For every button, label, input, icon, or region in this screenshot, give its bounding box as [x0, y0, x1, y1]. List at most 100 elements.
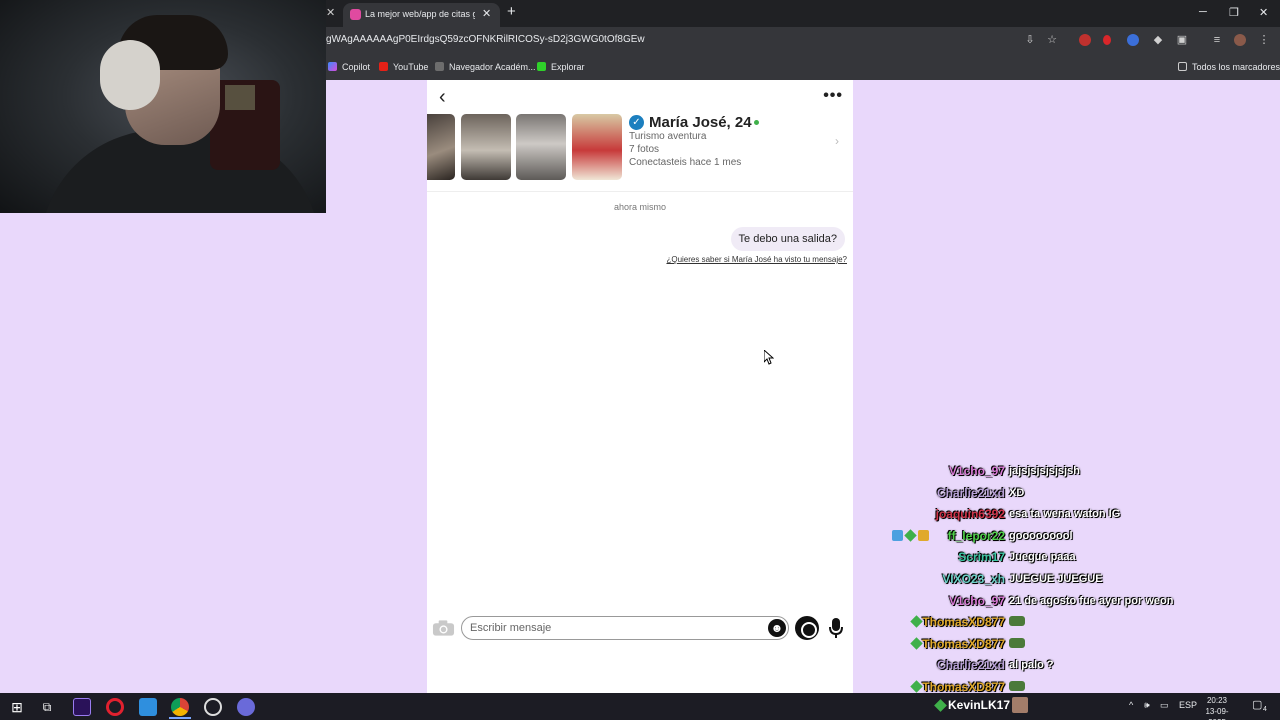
chat-message: 21 de agosto fue ayer por weon	[1009, 594, 1174, 607]
chat-line: Charlie21xd al palo ?	[870, 656, 1280, 676]
emote-icon	[1009, 616, 1025, 627]
sent-message-bubble[interactable]: Te debo una salida?	[730, 227, 845, 251]
notifications-icon[interactable]: ▢	[1252, 698, 1262, 711]
chat-username[interactable]: VIXO23_xh	[942, 572, 1005, 586]
previous-tab-close-icon[interactable]: ✕	[326, 6, 336, 19]
profile-photo[interactable]	[572, 114, 622, 180]
profile-photo-strip[interactable]	[427, 114, 623, 180]
camera-icon[interactable]	[432, 619, 455, 637]
back-chevron-icon[interactable]: ‹	[439, 86, 446, 109]
site-favicon-icon	[350, 9, 361, 20]
chat-badges	[892, 529, 931, 542]
bookmark-youtube[interactable]: YouTube	[379, 62, 428, 72]
chevron-right-icon[interactable]: ›	[835, 134, 839, 148]
obs-icon[interactable]	[204, 698, 222, 716]
bookmark-star-icon[interactable]: ☆	[1046, 34, 1058, 46]
connected-since: Conectasteis hace 1 mes	[629, 157, 742, 168]
all-bookmarks[interactable]: Todos los marcadores	[1178, 62, 1280, 72]
tab-title: La mejor web/app de citas grat	[365, 9, 475, 19]
discord-icon[interactable]	[237, 698, 255, 716]
translate-icon[interactable]	[1127, 34, 1139, 46]
windows-taskbar: ⊞ ⧉ KevinLK17 ^ 🕪 ▭ ESP 20:23 13-09-2025…	[0, 693, 1280, 720]
webcam-overlay	[0, 0, 326, 213]
diamond-badge-icon	[934, 699, 947, 712]
volume-icon[interactable]: 🕪	[1144, 700, 1150, 711]
profile-photo[interactable]	[461, 114, 511, 180]
opera-icon[interactable]	[106, 698, 124, 716]
chat-line: ff_lepor22 gooooooool	[870, 527, 1280, 547]
chat-line: VIXO23_xh JUEGUE JUEGUE	[870, 570, 1280, 590]
more-options-icon[interactable]: •••	[823, 87, 843, 105]
chat-username[interactable]: ThomasXD877	[922, 680, 1005, 694]
after-effects-icon[interactable]	[73, 698, 91, 716]
mouse-cursor-icon	[764, 350, 774, 365]
profile-photo[interactable]	[427, 114, 455, 180]
browser-toolbar: gWAgAAAAAAgP0EIrdgsQ59zcOFNKRilRICOSy-sD…	[326, 27, 1280, 54]
bookmark-copilot[interactable]: Copilot	[328, 62, 370, 72]
microphone-icon[interactable]	[828, 617, 844, 639]
bookmark-explorar[interactable]: Explorar	[537, 62, 585, 72]
blue-badge-icon	[892, 529, 903, 541]
chat-message	[1009, 637, 1025, 650]
close-window-button[interactable]: ✕	[1259, 6, 1268, 19]
language-indicator[interactable]: ESP	[1179, 700, 1197, 710]
chat-username[interactable]: V1cho_97	[949, 464, 1005, 478]
task-view-icon[interactable]: ⧉	[38, 698, 56, 716]
extensions-icon[interactable]: ▣	[1176, 34, 1188, 46]
chat-line: V1cho_97 jajsjsjsjsjsjsh	[870, 462, 1280, 482]
message-input[interactable]	[461, 616, 789, 640]
chat-username[interactable]: Charlie21xd	[937, 658, 1005, 672]
network-icon[interactable]: ▭	[1160, 700, 1169, 711]
diamond-badge-icon	[910, 615, 923, 628]
online-status-icon	[754, 120, 759, 125]
minimize-button[interactable]: ─	[1199, 6, 1207, 18]
new-tab-button[interactable]: +	[507, 3, 516, 20]
chat-message: XD	[1009, 486, 1025, 499]
academic-icon	[435, 62, 444, 71]
chat-username[interactable]: Charlie21xd	[937, 486, 1005, 500]
restore-button[interactable]: ❐	[1229, 6, 1239, 19]
emote-icon	[1009, 637, 1025, 648]
address-bar[interactable]: gWAgAAAAAAgP0EIrdgsQ59zcOFNKRilRICOSy-sD…	[326, 34, 645, 45]
extension-icon[interactable]	[1079, 34, 1091, 46]
chat-username[interactable]: ff_lepor22	[948, 529, 1005, 543]
webcam-background-shelf	[225, 85, 255, 110]
gif-sticker-button[interactable]	[795, 616, 819, 640]
install-app-icon[interactable]: ⇩	[1024, 34, 1036, 46]
tab-close-icon[interactable]: ✕	[482, 7, 491, 20]
bookmark-navegador[interactable]: Navegador Académ...	[435, 62, 536, 72]
streamer-name: KevinLK17	[948, 698, 1011, 712]
extension-puzzle-icon[interactable]: ◆	[1152, 34, 1164, 46]
message-composer: ☻	[427, 615, 853, 641]
chat-username[interactable]: V1cho_97	[949, 594, 1005, 608]
chat-line: Scrim17 Juegue paaa	[870, 548, 1280, 568]
chrome-active-indicator	[169, 717, 191, 719]
start-windows-icon[interactable]: ⊞	[8, 698, 26, 716]
active-tab[interactable]: La mejor web/app de citas grat ✕	[343, 3, 500, 27]
chat-message: esa ta wena waton IG	[1009, 508, 1121, 521]
tray-overflow-icon[interactable]: ^	[1129, 700, 1133, 710]
profile-subtitle: Turismo aventura	[629, 131, 707, 142]
system-clock[interactable]: 20:23 13-09-2025	[1197, 695, 1237, 720]
chat-username[interactable]: ThomasXD877	[922, 637, 1005, 651]
chat-username[interactable]: ThomasXD877	[922, 615, 1005, 629]
shield-extension-icon[interactable]	[1103, 35, 1111, 45]
profile-name: María José, 24	[649, 114, 752, 131]
profile-avatar[interactable]	[1234, 34, 1246, 46]
browser-menu-icon[interactable]: ⋮	[1258, 34, 1270, 46]
clock-date: 13-09-2025	[1205, 707, 1229, 720]
diamond-badge-icon	[910, 680, 923, 693]
read-receipt-link[interactable]: ¿Quieres saber si María José ha visto tu…	[666, 255, 847, 264]
kick-icon	[537, 62, 546, 71]
chat-line: ThomasXD877	[870, 613, 1280, 633]
emoji-icon[interactable]: ☻	[768, 619, 786, 637]
reading-list-icon[interactable]: ≡	[1211, 34, 1223, 46]
chat-username[interactable]: Scrim17	[958, 550, 1005, 564]
chat-message: JUEGUE JUEGUE	[1009, 573, 1103, 585]
app-icon[interactable]	[139, 698, 157, 716]
message-timestamp: ahora mismo	[613, 202, 667, 212]
chat-line: joaquin6392 esa ta wena waton IG	[870, 505, 1280, 525]
profile-photo[interactable]	[516, 114, 566, 180]
chat-username[interactable]: joaquin6392	[936, 507, 1005, 521]
chrome-icon[interactable]	[171, 698, 189, 716]
